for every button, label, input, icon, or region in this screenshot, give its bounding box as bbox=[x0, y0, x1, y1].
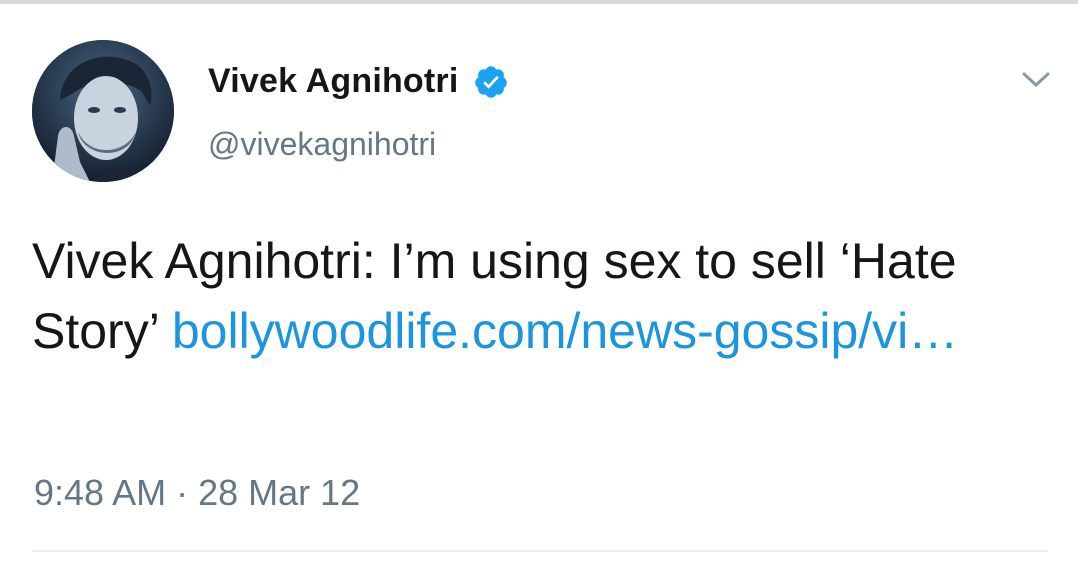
chevron-down-icon[interactable] bbox=[1016, 64, 1056, 94]
avatar-photo-icon bbox=[32, 40, 174, 182]
verified-badge-icon bbox=[473, 64, 509, 100]
tweet-timestamp[interactable]: 9:48 AM · 28 Mar 12 bbox=[34, 472, 360, 514]
tweet-body: Vivek Agnihotri: I’m using sex to sell ‘… bbox=[32, 226, 1042, 366]
tweet-link[interactable]: bollywoodlife.com/news-gossip/vi… bbox=[172, 303, 958, 359]
display-name[interactable]: Vivek Agnihotri bbox=[208, 62, 459, 101]
author-handle[interactable]: @vivekagnihotri bbox=[208, 126, 436, 163]
divider bbox=[32, 550, 1048, 552]
author-name-row: Vivek Agnihotri bbox=[208, 62, 509, 101]
tweet-card: Vivek Agnihotri @vivekagnihotri Vivek Ag… bbox=[0, 0, 1078, 561]
avatar[interactable] bbox=[32, 40, 174, 182]
